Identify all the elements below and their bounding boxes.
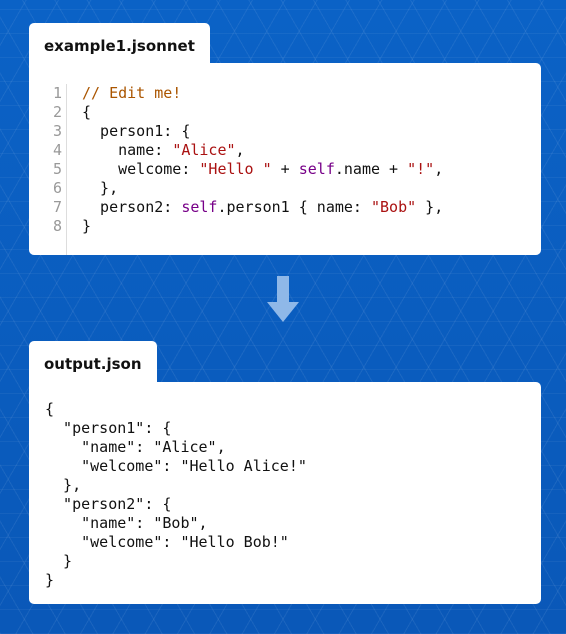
code-token-plain: },	[416, 198, 444, 216]
code-line: },	[82, 179, 443, 198]
code-token-plain: .person1 { name:	[217, 198, 371, 216]
line-number: 7	[52, 198, 62, 216]
code-token-comment: // Edit me!	[82, 84, 182, 102]
code-token-keyword: self	[298, 160, 335, 178]
code-token-plain: person1: {	[82, 122, 191, 140]
jsonnet-editor-panel[interactable]: 12345678 // Edit me!{ person1: { name: "…	[29, 63, 541, 255]
code-token-string: "Alice"	[172, 141, 236, 159]
output-line: "name": "Bob",	[45, 514, 208, 532]
code-token-plain: .name +	[334, 160, 408, 178]
output-code: { "person1": { "name": "Alice", "welcome…	[45, 400, 307, 590]
line-number: 3	[52, 122, 62, 140]
line-number-gutter: 12345678	[50, 84, 67, 255]
json-output-panel: { "person1": { "name": "Alice", "welcome…	[29, 382, 541, 604]
code-line: name: "Alice",	[82, 141, 443, 160]
code-line: welcome: "Hello " + self.name + "!",	[82, 160, 443, 179]
tab-label: output.json	[44, 355, 142, 373]
code-token-string: "Bob"	[371, 198, 417, 216]
line-number: 5	[52, 160, 62, 178]
tab-example1-jsonnet[interactable]: example1.jsonnet	[29, 23, 210, 65]
output-line: }	[45, 571, 55, 589]
code-line: // Edit me!	[82, 84, 443, 103]
code-token-string: "!"	[407, 160, 435, 178]
code-token-plain: welcome:	[82, 160, 200, 178]
line-number: 6	[52, 179, 62, 197]
line-number: 8	[52, 217, 62, 235]
output-line: "person2": {	[45, 495, 172, 513]
code-token-plain: },	[82, 179, 119, 197]
line-number: 1	[52, 84, 62, 102]
code-token-plain: ,	[235, 141, 245, 159]
output-line: {	[45, 400, 55, 418]
output-line: }	[45, 552, 73, 570]
code-editor[interactable]: // Edit me!{ person1: { name: "Alice", w…	[82, 84, 443, 236]
output-line: "welcome": "Hello Alice!"	[45, 457, 307, 475]
output-line: "name": "Alice",	[45, 438, 226, 456]
code-token-keyword: self	[181, 198, 218, 216]
output-line: "welcome": "Hello Bob!"	[45, 533, 289, 551]
code-token-string: "Hello "	[199, 160, 272, 178]
code-token-plain: name:	[82, 141, 173, 159]
down-arrow-icon	[267, 276, 299, 322]
tab-label: example1.jsonnet	[44, 37, 195, 55]
tab-output-json[interactable]: output.json	[29, 341, 157, 383]
code-token-plain: +	[271, 160, 299, 178]
code-token-plain: person2:	[82, 198, 182, 216]
code-line: {	[82, 103, 443, 122]
code-line: person1: {	[82, 122, 443, 141]
code-token-plain: }	[82, 217, 92, 235]
output-line: },	[45, 476, 82, 494]
code-token-plain: ,	[434, 160, 444, 178]
code-line: person2: self.person1 { name: "Bob" },	[82, 198, 443, 217]
line-number: 4	[52, 141, 62, 159]
output-line: "person1": {	[45, 419, 172, 437]
line-number: 2	[52, 103, 62, 121]
code-token-plain: {	[82, 103, 92, 121]
code-line: }	[82, 217, 443, 236]
